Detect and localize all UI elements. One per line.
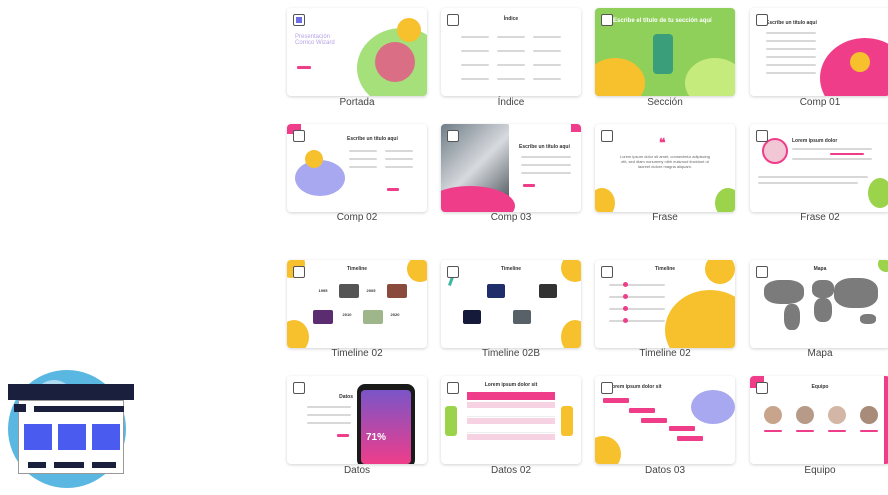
quote-icon: ❝ (659, 136, 666, 150)
slide-caption: Datos 02 (490, 465, 532, 476)
slide-checkbox[interactable] (293, 382, 305, 394)
slide-checkbox[interactable] (601, 130, 613, 142)
slide-checkbox[interactable] (447, 266, 459, 278)
slide-thumbnail-timeline-02b[interactable]: Timeline (441, 260, 581, 348)
layout-template-logo-icon (4, 370, 134, 494)
slide-thumbnail-datos-03[interactable]: Lorem ipsum dolor sit (595, 376, 735, 464)
slide-caption: Datos (343, 465, 371, 476)
slide-thumbnail-comp-03[interactable]: Escribe un título aquí (441, 124, 581, 212)
slide-checkbox[interactable] (601, 266, 613, 278)
slide-checkbox[interactable] (601, 382, 613, 394)
slide-caption: Equipo (804, 465, 836, 476)
slide-checkbox[interactable] (293, 14, 305, 26)
slide-caption: Portada (339, 97, 375, 108)
slide-caption: Sección (647, 97, 683, 108)
slide-thumbnail-timeline-02[interactable]: Timeline 1995 2005 2010 2020 (287, 260, 427, 348)
slide-thumbnail-mapa[interactable]: Mapa (750, 260, 888, 348)
slide-caption: Comp 03 (490, 212, 532, 223)
slide-checkbox[interactable] (447, 382, 459, 394)
slide-checkbox[interactable] (293, 266, 305, 278)
slide-thumbnail-timeline-02-alt[interactable]: Timeline (595, 260, 735, 348)
slide-caption: Timeline 02 (639, 348, 691, 359)
slide-thumbnail-frase-02[interactable]: Lorem ipsum dolor (750, 124, 888, 212)
slide-checkbox[interactable] (447, 130, 459, 142)
slide-caption: Comp 01 (799, 97, 841, 108)
slide-caption: Frase 02 (800, 212, 840, 223)
slide-checkbox[interactable] (756, 266, 768, 278)
slide-thumbnail-datos[interactable]: Datos 71% (287, 376, 427, 464)
slide-caption: Timeline 02 (331, 348, 383, 359)
slide-checkbox[interactable] (756, 14, 768, 26)
slide-checkbox[interactable] (601, 14, 613, 26)
slide-thumbnail-comp-01[interactable]: Escribe un título aquí (750, 8, 888, 96)
slide-caption: Comp 02 (336, 212, 378, 223)
slide-thumbnail-equipo[interactable]: Equipo (750, 376, 888, 464)
slide-thumbnail-portada[interactable]: Presentación Corrico Wizard (287, 8, 427, 96)
slide-checkbox[interactable] (756, 130, 768, 142)
slide-thumbnail-comp-02[interactable]: Escribe un título aquí (287, 124, 427, 212)
slide-thumbnail-seccion[interactable]: Escribe el título de tu sección aquí (595, 8, 735, 96)
slide-checkbox[interactable] (447, 14, 459, 26)
slide-thumbnail-indice[interactable]: Índice (441, 8, 581, 96)
slide-checkbox[interactable] (293, 130, 305, 142)
slide-caption: Índice (497, 97, 525, 108)
slide-caption: Timeline 02B (482, 348, 540, 359)
slide-thumbnail-frase[interactable]: ❝ Lorem ipsum dolor sit amet, consectetu… (595, 124, 735, 212)
slide-thumbnail-datos-02[interactable]: Lorem ipsum dolor sit (441, 376, 581, 464)
slide-caption: Frase (652, 212, 678, 223)
slide-caption: Mapa (807, 348, 833, 359)
slide-caption: Datos 03 (644, 465, 686, 476)
slide-checkbox[interactable] (756, 382, 768, 394)
